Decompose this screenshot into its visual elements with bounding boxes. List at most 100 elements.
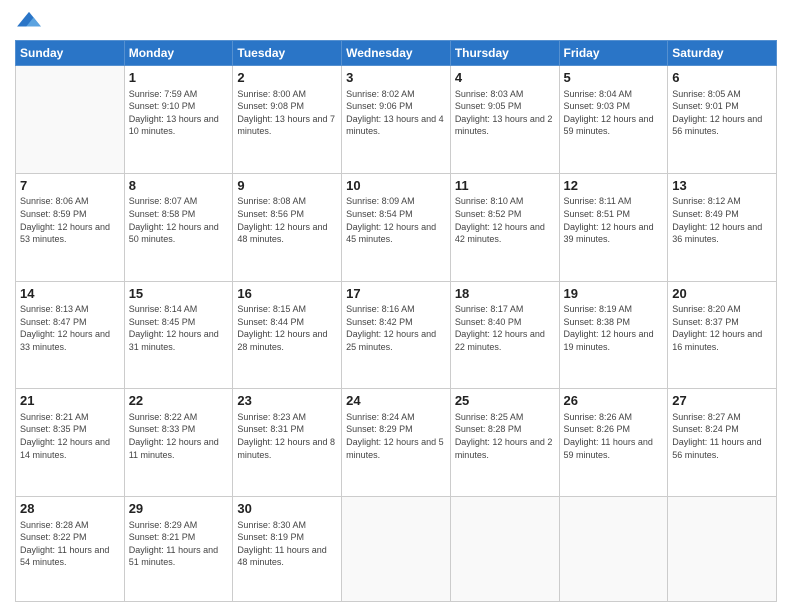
day-number: 15 [129, 285, 229, 303]
week-row-3: 14Sunrise: 8:13 AMSunset: 8:47 PMDayligh… [16, 281, 777, 389]
day-number: 22 [129, 392, 229, 410]
calendar-cell: 29Sunrise: 8:29 AMSunset: 8:21 PMDayligh… [124, 497, 233, 602]
cell-info: Sunrise: 8:00 AMSunset: 9:08 PMDaylight:… [237, 88, 337, 138]
week-row-5: 28Sunrise: 8:28 AMSunset: 8:22 PMDayligh… [16, 497, 777, 602]
day-number: 23 [237, 392, 337, 410]
calendar-cell: 14Sunrise: 8:13 AMSunset: 8:47 PMDayligh… [16, 281, 125, 389]
calendar-cell: 1Sunrise: 7:59 AMSunset: 9:10 PMDaylight… [124, 66, 233, 174]
cell-info: Sunrise: 8:08 AMSunset: 8:56 PMDaylight:… [237, 195, 337, 245]
calendar-cell [16, 66, 125, 174]
cell-info: Sunrise: 8:02 AMSunset: 9:06 PMDaylight:… [346, 88, 446, 138]
calendar-cell [559, 497, 668, 602]
day-number: 28 [20, 500, 120, 518]
cell-info: Sunrise: 8:16 AMSunset: 8:42 PMDaylight:… [346, 303, 446, 353]
calendar-cell: 18Sunrise: 8:17 AMSunset: 8:40 PMDayligh… [450, 281, 559, 389]
day-number: 13 [672, 177, 772, 195]
cell-info: Sunrise: 8:05 AMSunset: 9:01 PMDaylight:… [672, 88, 772, 138]
calendar-cell: 28Sunrise: 8:28 AMSunset: 8:22 PMDayligh… [16, 497, 125, 602]
calendar-cell: 11Sunrise: 8:10 AMSunset: 8:52 PMDayligh… [450, 173, 559, 281]
calendar-cell: 12Sunrise: 8:11 AMSunset: 8:51 PMDayligh… [559, 173, 668, 281]
day-number: 3 [346, 69, 446, 87]
cell-info: Sunrise: 8:03 AMSunset: 9:05 PMDaylight:… [455, 88, 555, 138]
calendar-cell: 19Sunrise: 8:19 AMSunset: 8:38 PMDayligh… [559, 281, 668, 389]
calendar-cell: 16Sunrise: 8:15 AMSunset: 8:44 PMDayligh… [233, 281, 342, 389]
cell-info: Sunrise: 8:23 AMSunset: 8:31 PMDaylight:… [237, 411, 337, 461]
cell-info: Sunrise: 8:13 AMSunset: 8:47 PMDaylight:… [20, 303, 120, 353]
day-number: 9 [237, 177, 337, 195]
day-number: 17 [346, 285, 446, 303]
calendar-cell: 20Sunrise: 8:20 AMSunset: 8:37 PMDayligh… [668, 281, 777, 389]
cell-info: Sunrise: 8:06 AMSunset: 8:59 PMDaylight:… [20, 195, 120, 245]
page: SundayMondayTuesdayWednesdayThursdayFrid… [0, 0, 792, 612]
calendar-cell: 8Sunrise: 8:07 AMSunset: 8:58 PMDaylight… [124, 173, 233, 281]
cell-info: Sunrise: 8:10 AMSunset: 8:52 PMDaylight:… [455, 195, 555, 245]
cell-info: Sunrise: 8:25 AMSunset: 8:28 PMDaylight:… [455, 411, 555, 461]
calendar-cell: 23Sunrise: 8:23 AMSunset: 8:31 PMDayligh… [233, 389, 342, 497]
weekday-header-saturday: Saturday [668, 41, 777, 66]
calendar-cell: 7Sunrise: 8:06 AMSunset: 8:59 PMDaylight… [16, 173, 125, 281]
calendar-cell: 17Sunrise: 8:16 AMSunset: 8:42 PMDayligh… [342, 281, 451, 389]
calendar-cell [668, 497, 777, 602]
week-row-2: 7Sunrise: 8:06 AMSunset: 8:59 PMDaylight… [16, 173, 777, 281]
cell-info: Sunrise: 8:11 AMSunset: 8:51 PMDaylight:… [564, 195, 664, 245]
cell-info: Sunrise: 8:30 AMSunset: 8:19 PMDaylight:… [237, 519, 337, 569]
calendar-cell: 27Sunrise: 8:27 AMSunset: 8:24 PMDayligh… [668, 389, 777, 497]
day-number: 12 [564, 177, 664, 195]
calendar-cell: 3Sunrise: 8:02 AMSunset: 9:06 PMDaylight… [342, 66, 451, 174]
weekday-header-sunday: Sunday [16, 41, 125, 66]
day-number: 6 [672, 69, 772, 87]
day-number: 29 [129, 500, 229, 518]
day-number: 7 [20, 177, 120, 195]
day-number: 5 [564, 69, 664, 87]
weekday-header-wednesday: Wednesday [342, 41, 451, 66]
calendar-cell: 6Sunrise: 8:05 AMSunset: 9:01 PMDaylight… [668, 66, 777, 174]
day-number: 11 [455, 177, 555, 195]
cell-info: Sunrise: 8:14 AMSunset: 8:45 PMDaylight:… [129, 303, 229, 353]
weekday-header-monday: Monday [124, 41, 233, 66]
cell-info: Sunrise: 8:28 AMSunset: 8:22 PMDaylight:… [20, 519, 120, 569]
calendar-cell: 10Sunrise: 8:09 AMSunset: 8:54 PMDayligh… [342, 173, 451, 281]
day-number: 25 [455, 392, 555, 410]
weekday-header-row: SundayMondayTuesdayWednesdayThursdayFrid… [16, 41, 777, 66]
header [15, 10, 777, 32]
cell-info: Sunrise: 8:12 AMSunset: 8:49 PMDaylight:… [672, 195, 772, 245]
logo [15, 10, 47, 32]
cell-info: Sunrise: 8:29 AMSunset: 8:21 PMDaylight:… [129, 519, 229, 569]
cell-info: Sunrise: 8:04 AMSunset: 9:03 PMDaylight:… [564, 88, 664, 138]
cell-info: Sunrise: 8:07 AMSunset: 8:58 PMDaylight:… [129, 195, 229, 245]
day-number: 26 [564, 392, 664, 410]
week-row-4: 21Sunrise: 8:21 AMSunset: 8:35 PMDayligh… [16, 389, 777, 497]
day-number: 20 [672, 285, 772, 303]
weekday-header-tuesday: Tuesday [233, 41, 342, 66]
cell-info: Sunrise: 8:09 AMSunset: 8:54 PMDaylight:… [346, 195, 446, 245]
day-number: 30 [237, 500, 337, 518]
calendar-cell [342, 497, 451, 602]
calendar-table: SundayMondayTuesdayWednesdayThursdayFrid… [15, 40, 777, 602]
calendar-cell: 21Sunrise: 8:21 AMSunset: 8:35 PMDayligh… [16, 389, 125, 497]
calendar-cell: 2Sunrise: 8:00 AMSunset: 9:08 PMDaylight… [233, 66, 342, 174]
day-number: 14 [20, 285, 120, 303]
calendar-cell: 9Sunrise: 8:08 AMSunset: 8:56 PMDaylight… [233, 173, 342, 281]
cell-info: Sunrise: 8:21 AMSunset: 8:35 PMDaylight:… [20, 411, 120, 461]
calendar-cell: 5Sunrise: 8:04 AMSunset: 9:03 PMDaylight… [559, 66, 668, 174]
day-number: 8 [129, 177, 229, 195]
cell-info: Sunrise: 8:24 AMSunset: 8:29 PMDaylight:… [346, 411, 446, 461]
calendar-cell: 15Sunrise: 8:14 AMSunset: 8:45 PMDayligh… [124, 281, 233, 389]
day-number: 27 [672, 392, 772, 410]
day-number: 2 [237, 69, 337, 87]
calendar-cell: 22Sunrise: 8:22 AMSunset: 8:33 PMDayligh… [124, 389, 233, 497]
cell-info: Sunrise: 8:17 AMSunset: 8:40 PMDaylight:… [455, 303, 555, 353]
calendar-cell: 30Sunrise: 8:30 AMSunset: 8:19 PMDayligh… [233, 497, 342, 602]
day-number: 16 [237, 285, 337, 303]
logo-icon [15, 10, 43, 32]
cell-info: Sunrise: 8:15 AMSunset: 8:44 PMDaylight:… [237, 303, 337, 353]
day-number: 19 [564, 285, 664, 303]
day-number: 1 [129, 69, 229, 87]
calendar-cell: 24Sunrise: 8:24 AMSunset: 8:29 PMDayligh… [342, 389, 451, 497]
day-number: 18 [455, 285, 555, 303]
calendar-cell: 26Sunrise: 8:26 AMSunset: 8:26 PMDayligh… [559, 389, 668, 497]
cell-info: Sunrise: 8:26 AMSunset: 8:26 PMDaylight:… [564, 411, 664, 461]
calendar-cell: 4Sunrise: 8:03 AMSunset: 9:05 PMDaylight… [450, 66, 559, 174]
cell-info: Sunrise: 8:22 AMSunset: 8:33 PMDaylight:… [129, 411, 229, 461]
day-number: 10 [346, 177, 446, 195]
